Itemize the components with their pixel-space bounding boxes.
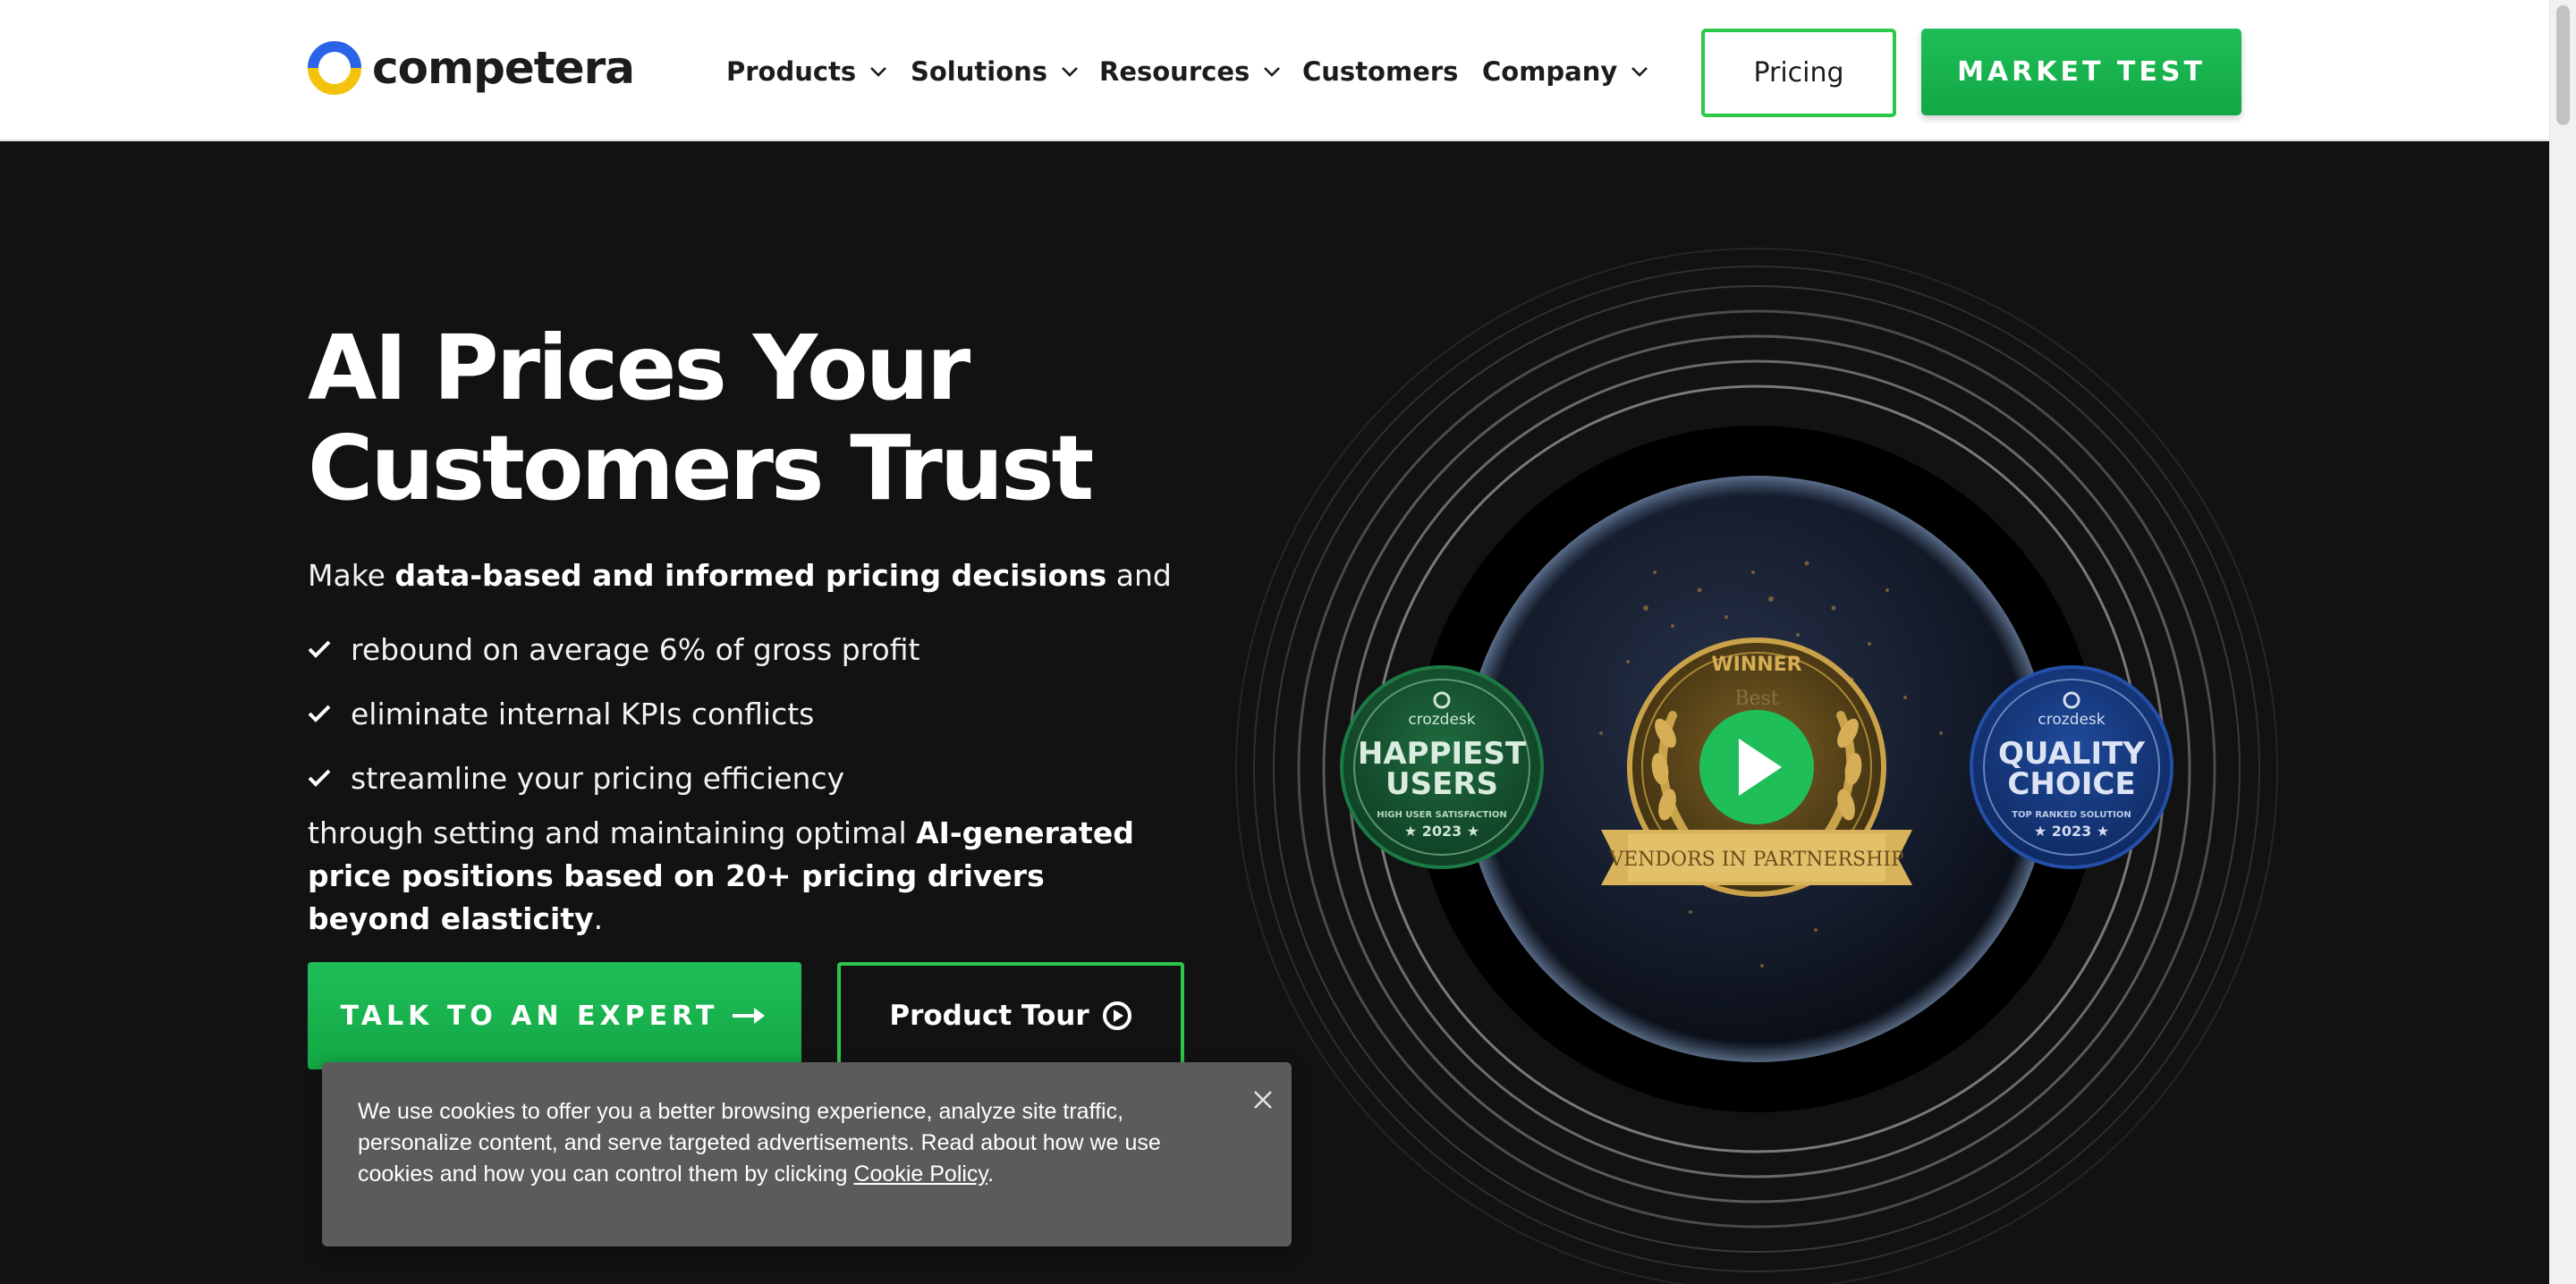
check-icon <box>308 705 331 722</box>
quality-choice-line2: CHOICE <box>2007 766 2135 802</box>
happiest-users-brand: crozdesk <box>1408 711 1475 729</box>
nav-customers-label: Customers <box>1302 56 1459 87</box>
play-video-button[interactable] <box>1699 710 1814 824</box>
hero-outro: through setting and maintaining optimal … <box>308 812 1148 941</box>
happiest-users-line2: USERS <box>1385 766 1498 802</box>
pricing-button-label: Pricing <box>1753 57 1844 89</box>
benefit-text: streamline your pricing efficiency <box>351 760 845 796</box>
hero-title-line-2: Customers Trust <box>308 416 1094 520</box>
pricing-button[interactable]: Pricing <box>1701 29 1896 117</box>
talk-to-expert-label: TALK TO AN EXPERT <box>340 1000 719 1032</box>
cookie-banner: We use cookies to offer you a better bro… <box>322 1062 1292 1246</box>
nav-company[interactable]: Company <box>1482 54 1649 89</box>
cookie-message-suffix: . <box>987 1162 995 1187</box>
nav-resources[interactable]: Resources <box>1099 54 1282 89</box>
hero-visual: WINNER Best VENDORS IN PARTNERSHIP crozd… <box>1235 248 2278 1284</box>
brand-name: competera <box>372 42 635 94</box>
brand-logo[interactable]: competera <box>308 41 635 95</box>
market-test-button-label: MARKET TEST <box>1957 56 2206 88</box>
nav-solutions[interactable]: Solutions <box>911 54 1080 89</box>
hero-title: AI Prices Your Customers Trust <box>308 316 1094 520</box>
hero-outro-suffix: . <box>593 901 604 936</box>
happiest-users-year: ★ 2023 ★ <box>1404 823 1479 840</box>
talk-to-expert-button[interactable]: TALK TO AN EXPERT <box>308 962 801 1069</box>
chevron-down-icon <box>1264 67 1281 77</box>
check-icon <box>308 769 331 787</box>
product-tour-button[interactable]: Product Tour <box>837 962 1184 1069</box>
happiest-users-badge: crozdesk HAPPIEST USERS HIGH USER SATISF… <box>1340 665 1544 869</box>
chevron-down-icon <box>1631 67 1648 77</box>
close-icon[interactable] <box>1252 1089 1274 1111</box>
cookie-policy-link[interactable]: Cookie Policy <box>853 1162 987 1187</box>
hero-intro-prefix: Make <box>308 558 395 593</box>
winner-badge-mid: Best <box>1734 688 1778 710</box>
hero-title-line-1: AI Prices Your <box>308 316 970 420</box>
quality-choice-brand: crozdesk <box>2038 711 2105 729</box>
benefit-text: eliminate internal KPIs conflicts <box>351 696 815 731</box>
winner-badge-top: WINNER <box>1711 654 1801 676</box>
nav-resources-label: Resources <box>1099 56 1250 87</box>
nav-solutions-label: Solutions <box>911 56 1048 87</box>
nav-products-label: Products <box>726 56 857 87</box>
hero-intro-bold: data-based and informed pricing decision… <box>394 558 1107 593</box>
cookie-message: We use cookies to offer you a better bro… <box>358 1096 1238 1190</box>
product-tour-label: Product Tour <box>889 1000 1089 1032</box>
chevron-down-icon <box>870 67 887 77</box>
nav-customers[interactable]: Customers <box>1302 54 1458 89</box>
arrow-right-icon <box>733 1008 766 1024</box>
play-circle-icon <box>1102 1001 1131 1030</box>
page-scrollbar[interactable] <box>2549 0 2576 1284</box>
benefit-list: rebound on average 6% of gross profit el… <box>308 617 919 810</box>
quality-choice-badge: crozdesk QUALITY CHOICE TOP RANKED SOLUT… <box>1970 665 2174 869</box>
cookie-message-text: We use cookies to offer you a better bro… <box>358 1099 1161 1187</box>
hero-outro-prefix: through setting and maintaining optimal <box>308 815 917 850</box>
benefit-text: rebound on average 6% of gross profit <box>351 631 920 667</box>
chevron-down-icon <box>1062 67 1078 77</box>
quality-choice-sub: TOP RANKED SOLUTION <box>2012 810 2131 820</box>
hero-intro: Make data-based and informed pricing dec… <box>308 554 1172 597</box>
benefit-item: rebound on average 6% of gross profit <box>308 617 919 681</box>
hero-intro-suffix: and <box>1106 558 1172 593</box>
winner-badge-ribbon: VENDORS IN PARTNERSHIP <box>1608 849 1904 871</box>
nav-products[interactable]: Products <box>726 54 888 89</box>
site-header: competera Products Solutions Resources C… <box>0 0 2549 141</box>
market-test-button[interactable]: MARKET TEST <box>1921 29 2241 115</box>
competera-logo-icon <box>308 41 361 95</box>
check-icon <box>308 640 331 658</box>
quality-choice-year: ★ 2023 ★ <box>2034 823 2109 840</box>
happiest-users-sub: HIGH USER SATISFACTION <box>1377 810 1507 820</box>
benefit-item: streamline your pricing efficiency <box>308 746 919 810</box>
benefit-item: eliminate internal KPIs conflicts <box>308 681 919 746</box>
nav-company-label: Company <box>1482 56 1618 87</box>
scrollbar-thumb[interactable] <box>2556 5 2570 125</box>
